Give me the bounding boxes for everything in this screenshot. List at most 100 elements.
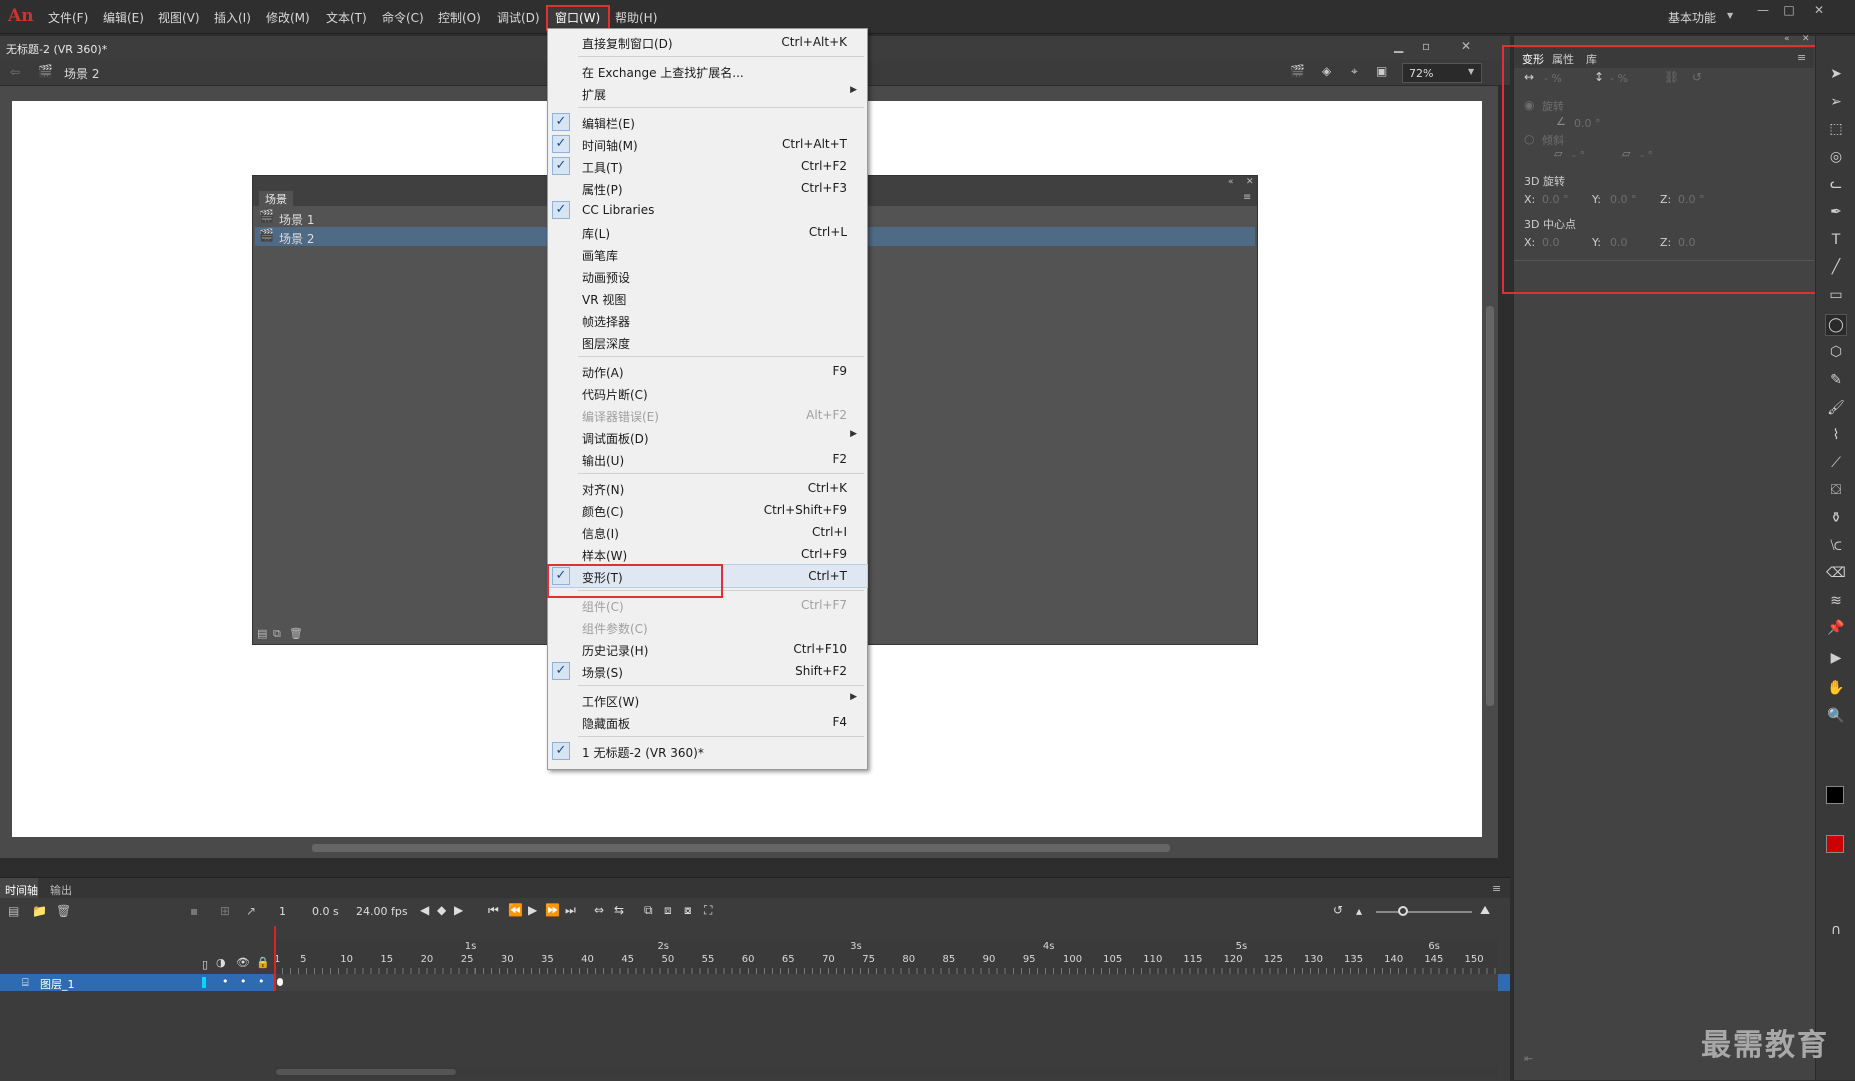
layer-depth-icon[interactable]: ⊞ xyxy=(220,904,230,918)
pen-icon[interactable]: ✒ xyxy=(1826,202,1846,222)
timeline-ruler[interactable]: 1 5 10 15 20 25 30 35 40 45 50 55 60 65 70 75 80 85 90 95 10… xyxy=(274,940,1498,974)
window-menu-item[interactable]: 库(L) Ctrl+L xyxy=(548,221,867,243)
layer-visible-dot[interactable]: • xyxy=(222,975,229,988)
play-icon[interactable]: ▶ xyxy=(528,903,537,917)
brush-icon[interactable]: 🖌 xyxy=(1826,398,1846,418)
window-menu-item[interactable]: ✓ 编辑栏(E) xyxy=(548,111,867,133)
lock-icon[interactable]: 🔒 xyxy=(256,956,270,969)
pin-icon[interactable]: 📌 xyxy=(1826,618,1846,638)
layer-outline-dot[interactable]: • xyxy=(258,975,265,988)
maximize-icon[interactable]: □ xyxy=(1776,3,1802,21)
tab-output[interactable]: 输出 xyxy=(50,882,72,898)
fill-color-swatch[interactable] xyxy=(1826,835,1844,853)
center-frame-icon[interactable]: ⇆ xyxy=(614,903,624,917)
menu-modify[interactable]: 修改(M) xyxy=(266,9,310,26)
go-last-icon[interactable]: ⏭ xyxy=(565,903,576,918)
panel-collapse-left-icon[interactable]: ⇤ xyxy=(1524,1052,1533,1065)
delete-layer-icon[interactable]: 🗑 xyxy=(56,904,71,918)
window-menu-item[interactable]: ✓ 工具(T) Ctrl+F2 xyxy=(548,155,867,177)
window-menu-item[interactable]: ✓ CC Libraries xyxy=(548,199,867,221)
current-time[interactable]: 0.0 s xyxy=(312,905,339,918)
timeline-menu-icon[interactable]: ≡ xyxy=(1492,882,1501,895)
step-forward-icon[interactable]: ⏩ xyxy=(545,903,560,917)
graph-icon[interactable]: ↗ xyxy=(246,904,256,918)
window-menu-item[interactable]: 动画预设 xyxy=(548,265,867,287)
3d-rotate-icon[interactable]: ◎ xyxy=(1826,147,1846,167)
stroke-color-swatch[interactable] xyxy=(1826,786,1844,804)
lasso-icon[interactable]: ᓚ xyxy=(1826,174,1846,194)
menu-view[interactable]: 视图(V) xyxy=(158,9,200,26)
menu-window[interactable]: 窗口(W) xyxy=(555,9,600,26)
minimize-icon[interactable]: — xyxy=(1750,3,1776,21)
onion-skin-icon[interactable]: ⧉ xyxy=(644,903,653,918)
window-menu-item[interactable]: 代码片断(C) xyxy=(548,382,867,404)
timeline-hscroll[interactable] xyxy=(274,1067,1498,1077)
menu-commands[interactable]: 命令(C) xyxy=(382,9,424,26)
dock-close-icon[interactable]: ✕ xyxy=(1802,34,1810,44)
menu-insert[interactable]: 插入(I) xyxy=(214,9,251,26)
loop-icon[interactable]: ⇔ xyxy=(594,903,604,917)
horizontal-scrollbar[interactable] xyxy=(0,840,1498,856)
eye-icon[interactable]: 👁 xyxy=(236,956,250,969)
dock-collapse-icon[interactable]: « xyxy=(1784,34,1790,44)
tab-timeline[interactable]: 时间轴 xyxy=(5,882,38,898)
snap-magnet-icon[interactable]: ∩ xyxy=(1826,920,1846,940)
keyframe-empty-icon[interactable] xyxy=(277,978,283,986)
vertical-scrollbar[interactable] xyxy=(1482,86,1498,846)
rectangle-icon[interactable]: ▭ xyxy=(1826,285,1846,305)
window-menu-item[interactable]: 输出(U) F2 xyxy=(548,448,867,470)
menu-help[interactable]: 帮助(H) xyxy=(615,9,657,26)
hand-icon[interactable]: ✋ xyxy=(1826,678,1846,698)
zoom-in-icon[interactable]: ⛰ xyxy=(1480,903,1490,918)
window-menu-item[interactable]: 直接复制窗口(D) Ctrl+Alt+K xyxy=(548,31,867,53)
show-all-layers-icon[interactable]: ◑ xyxy=(216,956,226,969)
back-arrow-icon[interactable]: ⇦ xyxy=(10,65,20,79)
camera-icon[interactable]: ▶ xyxy=(1826,648,1846,668)
undo-zoom-icon[interactable]: ↺ xyxy=(1333,903,1343,917)
eraser-icon[interactable]: ⌫ xyxy=(1826,563,1846,583)
window-menu-item[interactable]: ✓ 场景(S) Shift+F2 xyxy=(548,660,867,682)
window-menu-item[interactable]: 扩展 ▶ xyxy=(548,82,867,104)
line-icon[interactable]: ╱ xyxy=(1826,257,1846,277)
panel-collapse-icon[interactable]: « xyxy=(1228,177,1234,187)
window-menu-item[interactable]: 动作(A) F9 xyxy=(548,360,867,382)
edit-multiple-icon[interactable]: ⧇ xyxy=(684,903,692,918)
zoom-slider[interactable] xyxy=(1376,911,1472,913)
paint-brush-icon[interactable]: ⌇ xyxy=(1826,425,1846,445)
doc-restore-icon[interactable]: ▫ xyxy=(1422,39,1430,53)
window-menu-item[interactable]: 帧选择器 xyxy=(548,309,867,331)
current-frame[interactable]: 1 xyxy=(279,905,286,918)
paint-bucket-icon[interactable]: ⛋ xyxy=(1826,480,1846,500)
text-icon[interactable]: T xyxy=(1826,230,1846,250)
window-menu-item[interactable]: 历史记录(H) Ctrl+F10 xyxy=(548,638,867,660)
ink-bottle-icon[interactable]: ⚱ xyxy=(1826,508,1846,528)
doc-close-icon[interactable]: ✕ xyxy=(1461,39,1471,53)
selection-icon[interactable]: ➤ xyxy=(1826,64,1846,84)
document-tab[interactable]: 无标题-2 (VR 360)* xyxy=(6,41,107,57)
window-menu-item[interactable]: 图层深度 xyxy=(548,331,867,353)
modify-markers-icon[interactable]: ⛶ xyxy=(704,903,712,918)
doc-minimize-icon[interactable]: ▁ xyxy=(1394,39,1403,53)
panel-menu-icon[interactable]: ≡ xyxy=(1243,192,1251,203)
panel-close-icon[interactable]: ✕ xyxy=(1246,177,1254,187)
window-menu-item[interactable]: 样本(W) Ctrl+F9 xyxy=(548,543,867,565)
polystar-icon[interactable]: ⬡ xyxy=(1826,342,1846,362)
window-menu-item[interactable]: VR 视图 xyxy=(548,287,867,309)
clip-content-icon[interactable]: ▣ xyxy=(1376,64,1387,78)
workspace-switcher[interactable]: 基本功能 xyxy=(1668,9,1716,26)
frame-rate[interactable]: 24.00 fps xyxy=(356,905,408,918)
new-folder-icon[interactable]: 📁 xyxy=(32,904,47,918)
vertical-scroll-thumb[interactable] xyxy=(1486,306,1494,706)
duplicate-scene-icon[interactable]: ⧉ xyxy=(273,627,281,641)
next-keyframe-icon[interactable]: ▶ xyxy=(454,903,463,917)
zoom-icon[interactable]: 🔍 xyxy=(1826,706,1846,726)
layer-lock-dot[interactable]: • xyxy=(240,975,247,988)
menu-debug[interactable]: 调试(D) xyxy=(497,9,540,26)
onion-outline-icon[interactable]: ⧈ xyxy=(664,903,672,918)
free-transform-icon[interactable]: ⬚ xyxy=(1826,119,1846,139)
menu-control[interactable]: 控制(O) xyxy=(438,9,481,26)
prev-keyframe-icon[interactable]: ◀ xyxy=(420,903,429,917)
menu-file[interactable]: 文件(F) xyxy=(48,9,88,26)
width-icon[interactable]: ≋ xyxy=(1826,591,1846,611)
bone-icon[interactable]: ⟋ xyxy=(1826,453,1846,473)
